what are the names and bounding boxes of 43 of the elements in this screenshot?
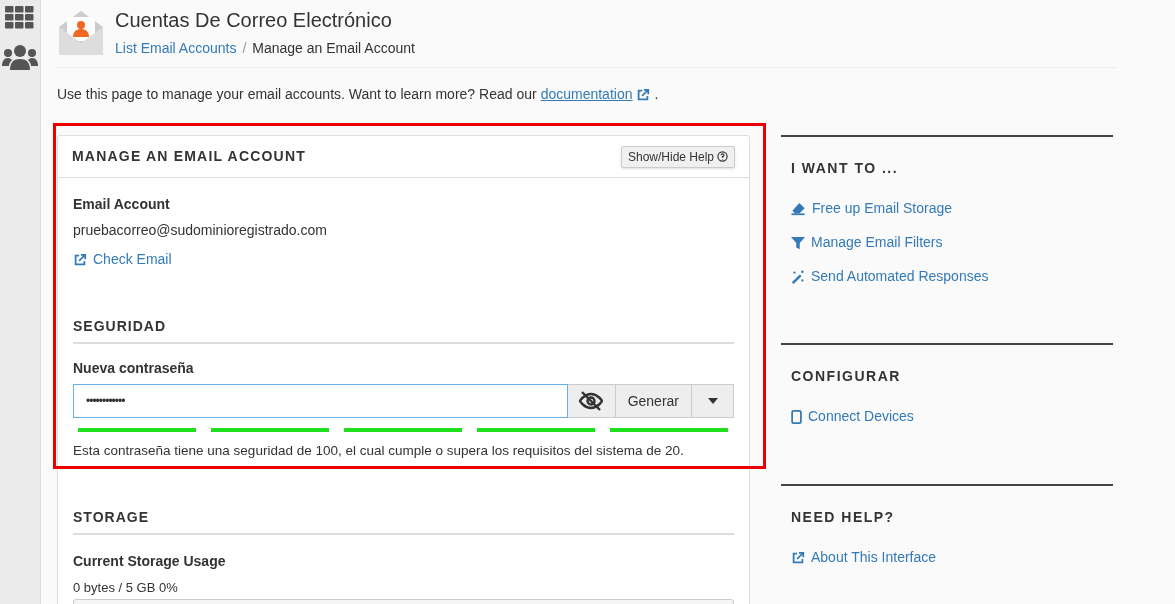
documentation-link[interactable]: documentation	[540, 84, 633, 105]
storage-usage: 0 bytes / 5 GB 0%	[73, 579, 179, 598]
sidebar-link[interactable]: Connect Devices	[791, 406, 914, 427]
grid-icon[interactable]	[5, 6, 35, 30]
eye-slash-icon	[579, 391, 604, 411]
field-label: Nueva contraseña	[73, 359, 195, 378]
question-circle-icon	[717, 151, 728, 162]
breadcrumb-link[interactable]: List Email Accounts	[115, 38, 237, 59]
intro-text: Use this page to manage your email accounts. Want to learn more? Read our	[57, 85, 537, 104]
magic-wand-icon	[791, 269, 805, 284]
users-icon[interactable]	[2, 44, 38, 70]
email-envelope-icon	[57, 9, 105, 57]
breadcrumb-current: Manage an Email Account	[252, 39, 415, 58]
dropdown-toggle[interactable]	[692, 384, 734, 418]
section-heading: SEGURIDAD	[73, 316, 734, 344]
sidebar-heading: I WANT TO ...	[791, 159, 900, 178]
sidebar-link[interactable]: Free up Email Storage	[791, 198, 953, 219]
generate-button[interactable]: Generar	[615, 384, 692, 418]
breadcrumb-separator: /	[242, 39, 247, 58]
check-email-link[interactable]: Check Email	[73, 249, 172, 270]
page-title: Cuentas De Correo Electrónico	[115, 8, 393, 33]
external-link-icon	[73, 252, 87, 267]
field-label: Current Storage Usage	[73, 552, 227, 572]
sidebar-heading: CONFIGURAR	[791, 367, 902, 386]
intro-period: .	[654, 85, 659, 104]
sidebar-link[interactable]: Manage Email Filters	[791, 232, 943, 253]
caret-icon	[707, 398, 718, 404]
card-title: MANAGE AN EMAIL ACCOUNT	[72, 147, 306, 166]
external-link-icon	[636, 87, 651, 102]
sidebar-link[interactable]: About This Interface	[791, 547, 937, 568]
sidebar-heading: NEED HELP?	[791, 508, 896, 527]
external-link-icon	[791, 550, 805, 565]
mobile-phone-icon	[791, 409, 802, 424]
filter-icon	[791, 235, 805, 250]
strength-message: Esta contraseña tiene una seguridad de 100, el cual cumple o supera los requisitos del sistema de 20.	[73, 442, 685, 460]
sidebar-link[interactable]: Send Automated Responses	[791, 266, 989, 287]
field-label: Email Account	[73, 195, 171, 214]
show-hide-help-button[interactable]: Show/Hide Help	[620, 145, 735, 168]
toggle-visibility-button[interactable]	[567, 384, 616, 418]
password-field[interactable]: ••••••••••••	[73, 384, 568, 418]
section-heading: STORAGE	[73, 507, 734, 536]
eraser-icon	[791, 201, 806, 216]
email-address: pruebacorreo@sudominioregistrado.com	[73, 221, 328, 240]
